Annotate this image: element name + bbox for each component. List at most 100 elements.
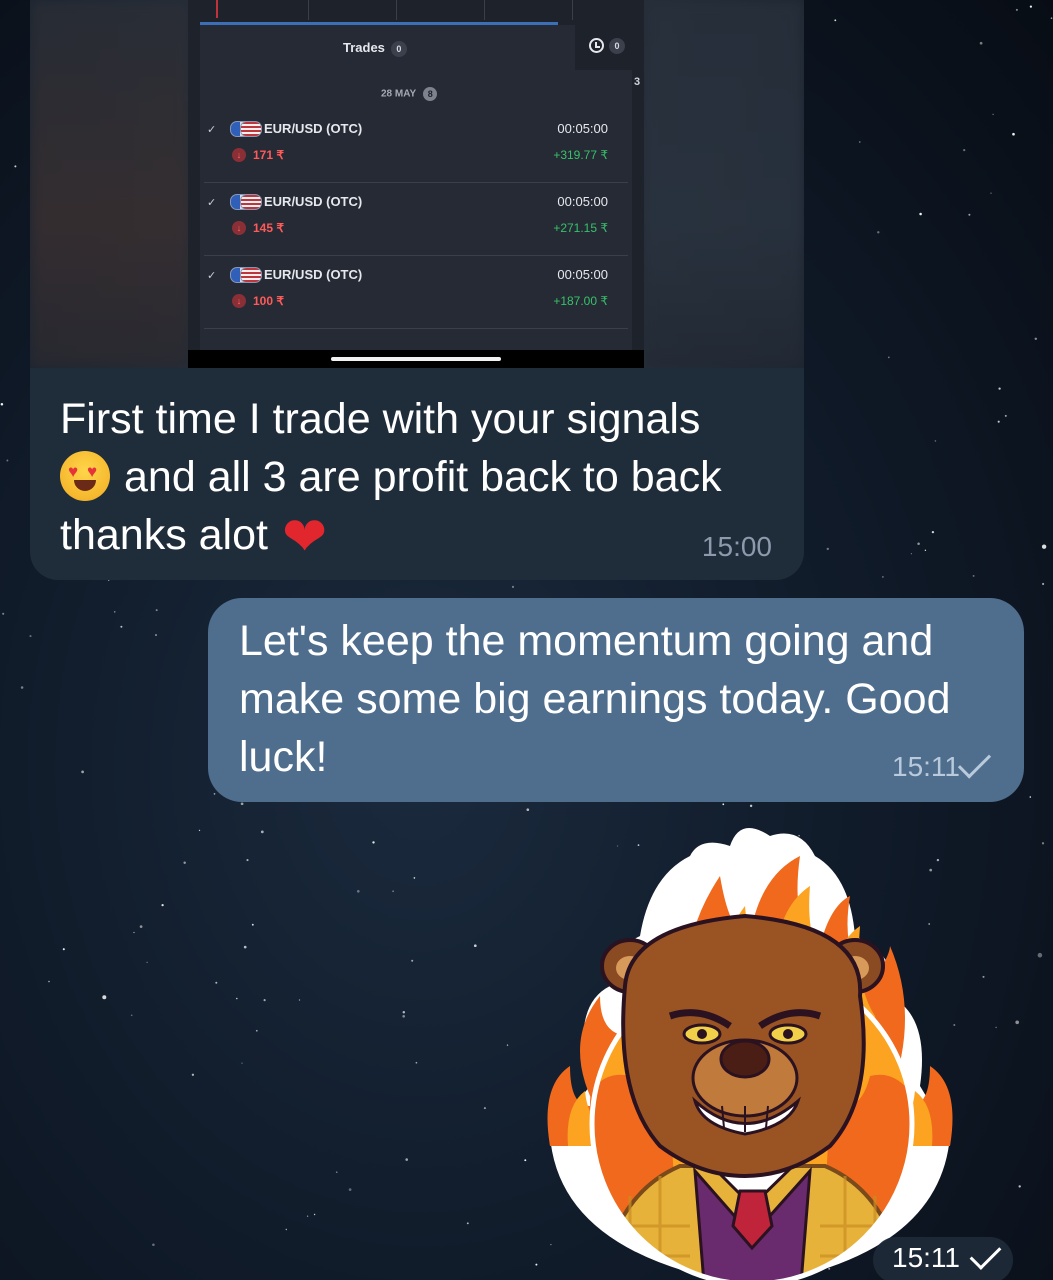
star bbox=[1018, 1185, 1021, 1188]
star bbox=[1029, 5, 1033, 8]
date-label: 28 MAY bbox=[381, 88, 417, 100]
star bbox=[102, 995, 107, 1000]
star bbox=[1012, 132, 1015, 136]
date-count-badge: 8 bbox=[423, 87, 438, 101]
star bbox=[62, 948, 65, 951]
star bbox=[2, 612, 5, 615]
star bbox=[313, 1213, 316, 1216]
star bbox=[183, 861, 186, 864]
star bbox=[236, 997, 238, 1000]
chart-marker bbox=[216, 0, 218, 18]
star bbox=[882, 576, 884, 578]
arrow-down-icon: ↓ bbox=[232, 294, 246, 308]
incoming-message-bubble[interactable]: '2 Trades0 0 28 MAY8 bbox=[30, 0, 804, 580]
star bbox=[834, 19, 837, 22]
star bbox=[1041, 544, 1047, 549]
star bbox=[1029, 796, 1032, 798]
sticker-timestamp-pill: 15:11 bbox=[873, 1237, 1013, 1280]
star bbox=[524, 1159, 527, 1162]
chart-gridline bbox=[308, 0, 309, 20]
star bbox=[511, 585, 515, 589]
star bbox=[859, 141, 861, 143]
star bbox=[335, 1171, 338, 1174]
chevron-down-icon[interactable]: ✓ bbox=[207, 196, 216, 209]
message-line: and all 3 are profit back to back bbox=[124, 453, 722, 501]
arrow-down-icon: ↓ bbox=[232, 148, 246, 162]
star bbox=[749, 804, 753, 808]
star bbox=[1041, 842, 1045, 845]
star bbox=[415, 1061, 418, 1064]
trade-amount: 100 ₹ bbox=[253, 294, 284, 308]
trade-amount: 145 ₹ bbox=[253, 221, 284, 235]
star bbox=[979, 41, 983, 45]
incoming-message-text: First time I trade with your signals ♥ ♥ a… bbox=[60, 390, 780, 566]
star bbox=[213, 793, 216, 795]
star bbox=[285, 1228, 288, 1231]
star bbox=[356, 889, 360, 893]
star bbox=[306, 1215, 309, 1217]
star bbox=[934, 440, 937, 442]
trade-row[interactable]: ✓ EUR/USD (OTC) 00:05:00 ↓ 145 ₹ +271.15… bbox=[204, 183, 628, 256]
clock-icon bbox=[589, 38, 604, 53]
star bbox=[990, 192, 992, 194]
star bbox=[130, 1014, 133, 1017]
star bbox=[982, 975, 985, 978]
trade-profit: +271.15 ₹ bbox=[553, 221, 608, 235]
star bbox=[251, 923, 254, 926]
trade-pair: EUR/USD (OTC) bbox=[264, 267, 363, 282]
blurred-edge-right bbox=[644, 0, 804, 368]
star bbox=[826, 547, 830, 551]
outgoing-message-bubble[interactable]: Let's keep the momentum going and make s… bbox=[208, 598, 1024, 802]
trades-count-badge: 0 bbox=[390, 40, 407, 57]
star bbox=[348, 1188, 352, 1191]
trades-tab-label: Trades bbox=[343, 40, 385, 55]
star bbox=[114, 611, 116, 613]
trade-profit: +187.00 ₹ bbox=[553, 294, 608, 308]
star bbox=[1042, 582, 1045, 586]
star bbox=[972, 574, 975, 577]
star bbox=[931, 530, 935, 534]
chevron-down-icon[interactable]: ✓ bbox=[207, 269, 216, 282]
star bbox=[139, 925, 143, 928]
flaming-bear-sticker[interactable] bbox=[530, 816, 970, 1280]
trade-row[interactable]: ✓ EUR/USD (OTC) 00:05:00 ↓ 171 ₹ +319.77… bbox=[204, 110, 628, 183]
us-flag-icon bbox=[240, 121, 262, 137]
star bbox=[298, 999, 301, 1001]
star bbox=[963, 148, 966, 152]
star bbox=[1037, 952, 1043, 958]
star bbox=[402, 1014, 406, 1018]
red-heart-emoji-icon: ❤ bbox=[281, 507, 328, 567]
message-line-3: thanks alot ❤ bbox=[60, 506, 780, 566]
chevron-down-icon[interactable]: ✓ bbox=[207, 123, 216, 136]
trade-row[interactable]: ✓ EUR/USD (OTC) 00:05:00 ↓ 100 ₹ +187.00… bbox=[204, 256, 628, 329]
star bbox=[998, 387, 1001, 390]
star bbox=[198, 829, 201, 832]
heart-eyes-emoji-icon: ♥ ♥ bbox=[60, 451, 110, 501]
star bbox=[191, 1073, 195, 1076]
star bbox=[506, 1044, 509, 1046]
trade-duration: 00:05:00 bbox=[557, 267, 608, 282]
edge-label: 3 bbox=[634, 76, 641, 88]
date-group-header: 28 MAY 8 bbox=[381, 87, 438, 101]
history-count-badge: 0 bbox=[609, 38, 625, 54]
us-flag-icon bbox=[240, 194, 262, 210]
trades-tab[interactable]: Trades 0 bbox=[343, 40, 407, 57]
star bbox=[910, 553, 913, 555]
star bbox=[924, 549, 927, 551]
star bbox=[20, 686, 24, 689]
star bbox=[155, 609, 158, 612]
star bbox=[48, 980, 50, 983]
star bbox=[263, 999, 266, 1002]
history-tab[interactable]: 0 bbox=[575, 25, 632, 70]
trade-pair: EUR/USD (OTC) bbox=[264, 121, 363, 136]
trade-screenshot-image[interactable]: '2 Trades0 0 28 MAY8 bbox=[30, 0, 804, 368]
star bbox=[246, 859, 249, 862]
star bbox=[483, 1107, 486, 1110]
star bbox=[260, 830, 264, 834]
message-timestamp: 15:11 bbox=[892, 1242, 960, 1273]
chart-gridline bbox=[396, 0, 397, 20]
star bbox=[526, 808, 530, 812]
star bbox=[1015, 8, 1018, 11]
star bbox=[917, 542, 920, 545]
star bbox=[411, 959, 414, 962]
